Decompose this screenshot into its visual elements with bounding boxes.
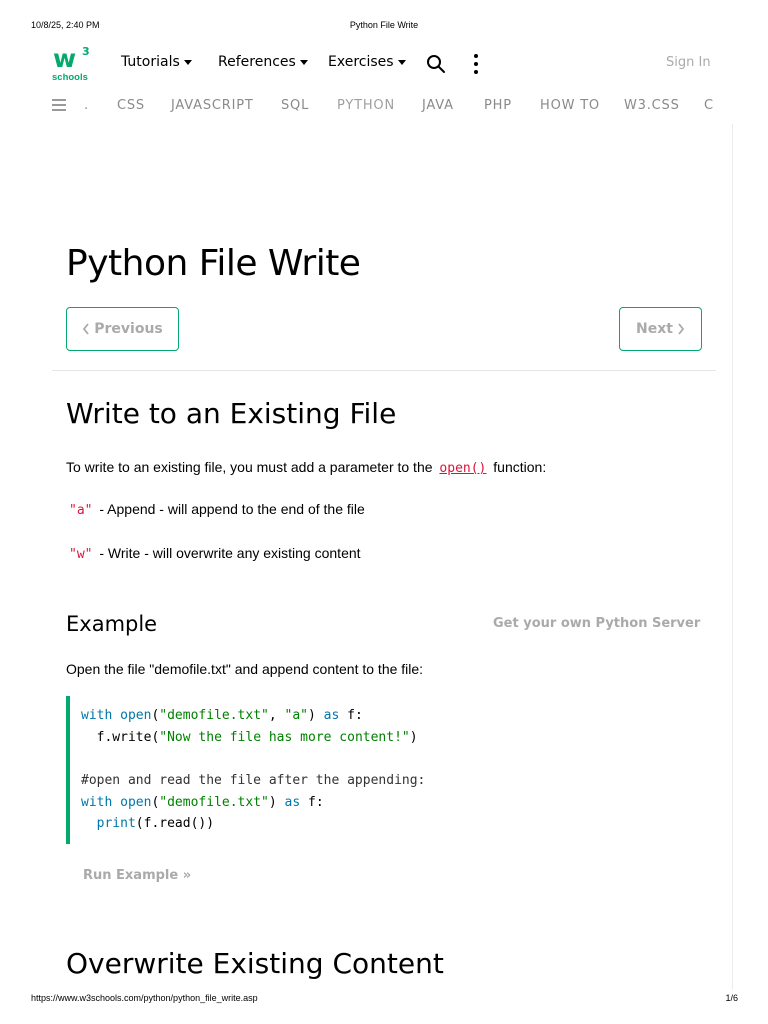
previous-label: Previous [94, 321, 163, 337]
intro-text-before: To write to an existing file, you must a… [66, 459, 437, 475]
example-description: Open the file "demofile.txt" and append … [66, 661, 424, 677]
chevron-right-icon [678, 323, 685, 335]
subnav-item-w3css[interactable]: W3.CSS [624, 98, 680, 113]
search-icon[interactable] [426, 54, 446, 74]
code-line-4: #open and read the file after the append… [81, 773, 426, 789]
references-label: References [218, 54, 296, 70]
code-line-6: print(f.read()) [96, 816, 215, 832]
chevron-left-icon [83, 323, 89, 335]
print-footer: https://www.w3schools.com/python/python_… [0, 993, 768, 1005]
caret-down-icon [397, 60, 406, 65]
get-python-server-link[interactable]: Get your own Python Server [493, 616, 700, 631]
subnav-item-howto[interactable]: HOW TO [540, 98, 600, 113]
print-title: Python File Write [349, 20, 419, 30]
exercises-menu[interactable]: Exercises [328, 54, 406, 70]
example-heading: Example [66, 612, 158, 636]
subnav-item-javascript[interactable]: JAVASCRIPT [171, 98, 254, 113]
run-example-link[interactable]: Run Example » [83, 868, 191, 883]
subnav-item-java[interactable]: JAVA [422, 98, 454, 113]
logo-wordmark: schools [52, 72, 88, 83]
subnav-item-partial[interactable]: . [84, 98, 89, 113]
caret-down-icon [183, 60, 192, 65]
mode-w-text: - Write - will overwrite any existing co… [95, 545, 361, 561]
kebab-icon[interactable] [470, 53, 482, 75]
subnav-item-c[interactable]: C [704, 98, 714, 113]
print-header: 10/8/25, 2:40 PM Python File Write [0, 20, 768, 32]
top-navbar: w 3 schools Tutorials References Exercis… [0, 40, 768, 90]
mode-a-text: - Append - will append to the end of the… [95, 501, 365, 517]
previous-button[interactable]: Previous [66, 307, 179, 351]
sign-in-link[interactable]: Sign In [666, 55, 711, 70]
print-page-number: 1/6 [725, 993, 738, 1003]
w3schools-logo[interactable]: w 3 schools [52, 44, 92, 84]
tutorials-label: Tutorials [121, 54, 180, 70]
intro-paragraph: To write to an existing file, you must a… [66, 459, 546, 476]
code-line-1: with open("demofile.txt", "a") as f: [81, 708, 363, 723]
exercises-label: Exercises [328, 54, 394, 70]
mode-a-code: "a" [69, 503, 93, 518]
code-example: with open("demofile.txt", "a") as f: f.w… [66, 696, 716, 844]
subnav-item-python[interactable]: PYTHON [337, 98, 395, 113]
code-line-5: with open("demofile.txt") as f: [81, 794, 324, 810]
next-label: Next [636, 321, 673, 337]
section-heading-overwrite: Overwrite Existing Content [66, 947, 444, 980]
subnav-item-php[interactable]: PHP [484, 98, 512, 113]
print-url: https://www.w3schools.com/python/python_… [31, 993, 258, 1003]
subnav-item-css[interactable]: CSS [117, 98, 145, 113]
hamburger-icon[interactable] [52, 99, 66, 111]
mode-append-paragraph: "a" - Append - will append to the end of… [66, 501, 365, 518]
subnav-item-sql[interactable]: SQL [281, 98, 309, 113]
section-divider [52, 370, 716, 371]
code-line-2: f.write("Now the file has more content!"… [81, 729, 418, 745]
next-button[interactable]: Next [619, 307, 702, 351]
tutorials-menu[interactable]: Tutorials [121, 54, 192, 70]
logo-superscript: 3 [82, 45, 90, 58]
open-function-link[interactable]: open() [436, 461, 489, 476]
section-heading-write-existing: Write to an Existing File [66, 397, 397, 430]
logo-mark: w [53, 44, 76, 73]
intro-text-after: function: [489, 459, 547, 475]
content-right-border [732, 124, 733, 990]
mode-w-code: "w" [69, 547, 93, 562]
page-title: Python File Write [66, 243, 361, 284]
caret-down-icon [299, 60, 308, 65]
topic-navbar: . CSS JAVASCRIPT SQL PYTHON JAVA PHP HOW… [0, 92, 768, 120]
mode-write-paragraph: "w" - Write - will overwrite any existin… [66, 545, 361, 562]
references-menu[interactable]: References [218, 54, 308, 70]
